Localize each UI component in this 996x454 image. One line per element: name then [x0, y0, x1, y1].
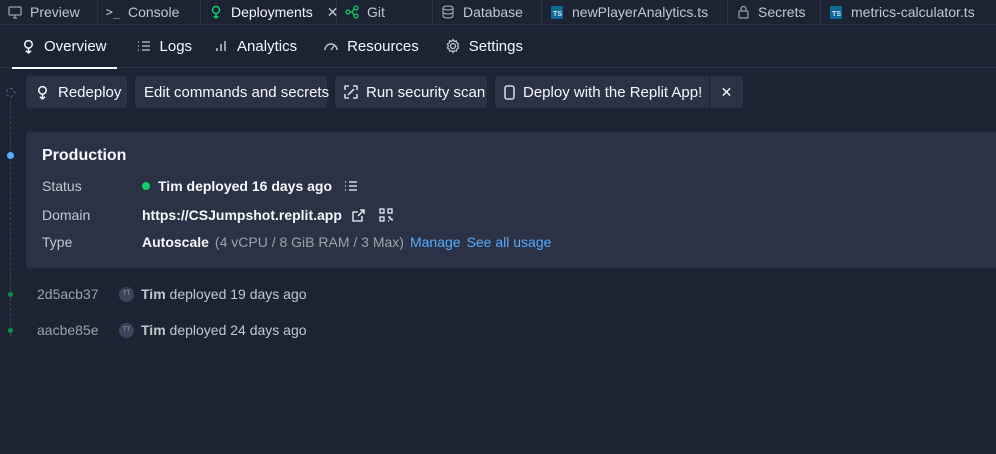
monitor-icon: [8, 5, 22, 19]
security-scan-button[interactable]: Run security scan: [335, 76, 487, 108]
domain-label: Domain: [42, 207, 91, 223]
status-label: Status: [42, 178, 82, 194]
tab-label: Database: [463, 4, 523, 20]
database-icon: [441, 5, 455, 19]
commit-hash: aacbe85e: [37, 322, 99, 338]
terminal-icon: >_: [105, 5, 121, 19]
domain-value: https://CSJumpshot.replit.app: [142, 207, 393, 223]
button-label: Run security scan: [366, 83, 486, 101]
type-label: Type: [42, 234, 73, 250]
timeline-active-dot: [7, 152, 14, 159]
button-label: Deploy with the Replit App!: [523, 83, 703, 101]
git-icon: [345, 5, 359, 19]
tab-bar: Preview >_ Console Deployments ✕ Git Dat…: [0, 0, 996, 25]
tab-metrics-calculator[interactable]: TS metrics-calculator.ts: [821, 0, 996, 24]
redeploy-button[interactable]: Redeploy: [26, 76, 127, 108]
dismiss-button[interactable]: ✕: [710, 76, 743, 108]
see-all-usage-link[interactable]: See all usage: [467, 234, 552, 250]
phone-icon: [504, 84, 515, 100]
type-detail: (4 vCPU / 8 GiB RAM / 3 Max): [214, 234, 404, 250]
tab-console[interactable]: >_ Console: [98, 0, 201, 24]
tab-newplayeranalytics[interactable]: TS newPlayerAnalytics.ts: [542, 0, 728, 24]
production-card: Production Status Tim deployed 16 days a…: [26, 132, 996, 268]
production-title: Production: [42, 147, 127, 164]
tab-label: Logs: [159, 37, 193, 55]
qr-code-icon[interactable]: [379, 208, 393, 222]
gear-icon: [445, 38, 461, 54]
manage-link[interactable]: Manage: [410, 234, 461, 250]
tab-label: Deployments: [231, 4, 313, 20]
avatar: TT: [119, 322, 134, 338]
deployment-history-row[interactable]: aacbe85e TT Tim deployed 24 days ago: [37, 322, 307, 338]
status-text: Tim deployed 16 days ago: [158, 178, 333, 194]
tab-label: Secrets: [758, 4, 806, 20]
commit-hash: 2d5acb37: [37, 286, 99, 302]
external-link-icon[interactable]: [352, 208, 365, 222]
tab-label: Preview: [30, 4, 80, 20]
tab-git[interactable]: Git: [337, 0, 433, 24]
deployment-subnav: Overview Logs Analytics Resources Settin…: [0, 25, 996, 69]
list-icon: [136, 38, 152, 54]
tab-label: Analytics: [237, 37, 298, 55]
typescript-file-icon: TS: [829, 5, 843, 19]
bar-chart-icon: [213, 38, 229, 54]
timeline-history-dot: [8, 328, 13, 333]
type-name: Autoscale: [142, 234, 209, 250]
tab-label: Console: [128, 4, 180, 20]
domain-link[interactable]: https://CSJumpshot.replit.app: [142, 207, 342, 223]
tab-label: Settings: [468, 37, 523, 55]
timeline-pending-dot: [6, 88, 15, 97]
tab-preview[interactable]: Preview: [0, 0, 98, 24]
close-icon: ✕: [720, 83, 733, 100]
list-icon[interactable]: [344, 180, 358, 192]
tab-database[interactable]: Database: [433, 0, 542, 24]
deployments-icon: [35, 84, 50, 100]
tab-label: metrics-calculator.ts: [851, 4, 975, 20]
timeline-line: [10, 96, 11, 336]
edit-commands-button[interactable]: Edit commands and secrets: [135, 76, 330, 108]
tab-logs[interactable]: Logs: [136, 25, 206, 68]
button-label: Redeploy: [58, 83, 122, 101]
button-label: Edit commands and secrets: [144, 83, 330, 101]
replit-app-button[interactable]: Deploy with the Replit App!: [495, 76, 709, 108]
scan-icon: [344, 84, 358, 100]
tab-label: Resources: [347, 37, 419, 55]
gauge-icon: [323, 38, 339, 54]
tab-label: newPlayerAnalytics.ts: [572, 4, 709, 20]
lock-icon: [736, 5, 750, 19]
deploy-info: Tim deployed 24 days ago: [141, 322, 307, 338]
avatar: TT: [119, 286, 134, 302]
typescript-file-icon: TS: [550, 5, 564, 19]
tab-label: Overview: [44, 37, 107, 55]
deployments-icon: [20, 38, 36, 54]
tab-overview[interactable]: Overview: [12, 25, 120, 69]
tab-secrets[interactable]: Secrets: [728, 0, 821, 24]
tab-deployments[interactable]: Deployments ✕: [201, 0, 338, 24]
type-value: Autoscale (4 vCPU / 8 GiB RAM / 3 Max) M…: [142, 234, 551, 250]
status-value: Tim deployed 16 days ago: [142, 178, 358, 194]
deployment-history-row[interactable]: 2d5acb37 TT Tim deployed 19 days ago: [37, 286, 307, 302]
deployments-icon: [209, 5, 223, 19]
timeline-history-dot: [8, 292, 13, 297]
status-indicator: [142, 182, 150, 190]
tab-analytics[interactable]: Analytics: [213, 25, 310, 68]
tab-settings[interactable]: Settings: [445, 25, 536, 68]
deploy-info: Tim deployed 19 days ago: [141, 286, 307, 302]
tab-resources[interactable]: Resources: [323, 25, 432, 68]
tab-label: Git: [367, 4, 385, 20]
